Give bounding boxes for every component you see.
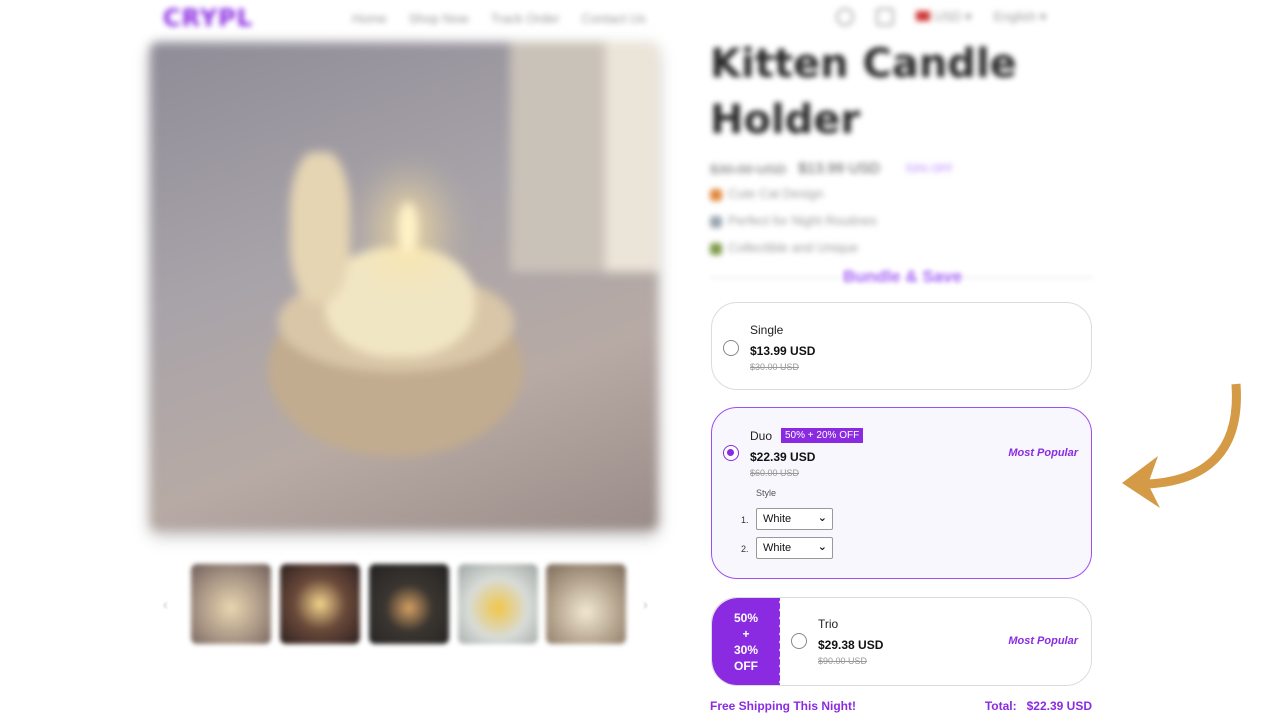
chevron-down-icon: ⌄	[817, 541, 827, 553]
moon-icon	[710, 215, 722, 228]
option-name: Duo	[750, 429, 773, 443]
nav-track-order[interactable]: Track Order	[491, 11, 560, 26]
site-header: CRYPL Home Shop Now Track Order Contact …	[0, 0, 1281, 38]
flag-icon	[916, 11, 930, 21]
cat-icon	[710, 188, 722, 201]
radio-single[interactable]	[723, 340, 739, 356]
thumbnail-1[interactable]	[191, 564, 271, 644]
old-price: $30.00 USD	[710, 160, 787, 177]
thumb-next-icon[interactable]: ›	[643, 596, 648, 612]
thumb-prev-icon[interactable]: ‹	[163, 596, 168, 612]
option-price: $22.39 USD	[750, 450, 816, 464]
currency-selector[interactable]: USD ▾	[916, 9, 972, 25]
curved-arrow-icon	[1122, 383, 1241, 508]
option-old-price: $30.00 USD	[750, 362, 800, 372]
bundle-option-single[interactable]: Single $13.99 USD $30.00 USD	[711, 302, 1092, 390]
cart-icon[interactable]	[876, 8, 894, 26]
option-name: Trio	[818, 617, 839, 631]
option-price: $13.99 USD	[750, 344, 816, 358]
sale-price: $13.99 USD	[798, 160, 880, 177]
header-actions: USD ▾ English ▾	[836, 8, 1046, 26]
option-name: Single	[750, 323, 784, 337]
radio-duo[interactable]	[723, 445, 739, 461]
price-row: $30.00 USD $13.99 USD 53% OFF	[710, 160, 953, 177]
main-nav: Home Shop Now Track Order Contact Us	[352, 11, 646, 26]
trio-discount-tag: 50% + 30% OFF	[712, 598, 783, 685]
select-index-2: 2.	[741, 544, 749, 554]
bundle-option-duo[interactable]: Duo 50% + 20% OFF $22.39 USD $60.00 USD …	[711, 407, 1092, 579]
gift-icon	[710, 242, 722, 255]
option-old-price: $90.00 USD	[818, 656, 868, 666]
option-old-price: $60.00 USD	[750, 468, 800, 478]
thumbnail-strip: ‹ ›	[163, 562, 663, 646]
discount-label: 53% OFF	[906, 162, 954, 175]
cart-summary: Free Shipping This Night! Total: $22.39 …	[710, 699, 1092, 713]
discount-badge: 50% + 20% OFF	[781, 428, 864, 443]
bundle-heading: Bundle & Save	[710, 267, 1092, 289]
site-logo[interactable]: CRYPL	[163, 4, 253, 32]
style-select-2[interactable]: White ⌄	[756, 537, 833, 559]
thumbnail-3[interactable]	[369, 564, 449, 644]
product-main-image	[150, 42, 658, 530]
total-price: Total: $22.39 USD	[984, 699, 1092, 713]
feature-1: Cute Cat Design	[710, 186, 823, 201]
most-popular-label: Most Popular	[1008, 447, 1078, 459]
chevron-down-icon: ⌄	[817, 512, 827, 524]
style-label: Style	[756, 488, 777, 498]
product-page: CRYPL Home Shop Now Track Order Contact …	[0, 0, 1281, 722]
thumbnail-2[interactable]	[280, 564, 360, 644]
free-shipping-text: Free Shipping This Night!	[710, 699, 856, 713]
nav-shop-now[interactable]: Shop Now	[409, 11, 469, 26]
account-icon[interactable]	[836, 8, 854, 26]
feature-3: Collectible and Unique	[710, 240, 858, 255]
feature-2: Perfect for Night Routines	[710, 213, 877, 228]
nav-contact-us[interactable]: Contact Us	[582, 11, 646, 26]
radio-trio[interactable]	[791, 633, 807, 649]
style-select-1[interactable]: White ⌄	[756, 508, 833, 530]
language-selector[interactable]: English ▾	[994, 9, 1047, 25]
thumbnail-5[interactable]	[546, 564, 626, 644]
thumbnail-4[interactable]	[458, 564, 538, 644]
most-popular-label: Most Popular	[1008, 635, 1078, 647]
nav-home[interactable]: Home	[352, 11, 387, 26]
option-price: $29.38 USD	[818, 638, 884, 652]
select-index-1: 1.	[741, 515, 749, 525]
bundle-option-trio[interactable]: 50% + 30% OFF Trio $29.38 USD $90.00 USD…	[711, 597, 1092, 686]
product-title: Kitten Candle Holder	[710, 41, 1017, 143]
